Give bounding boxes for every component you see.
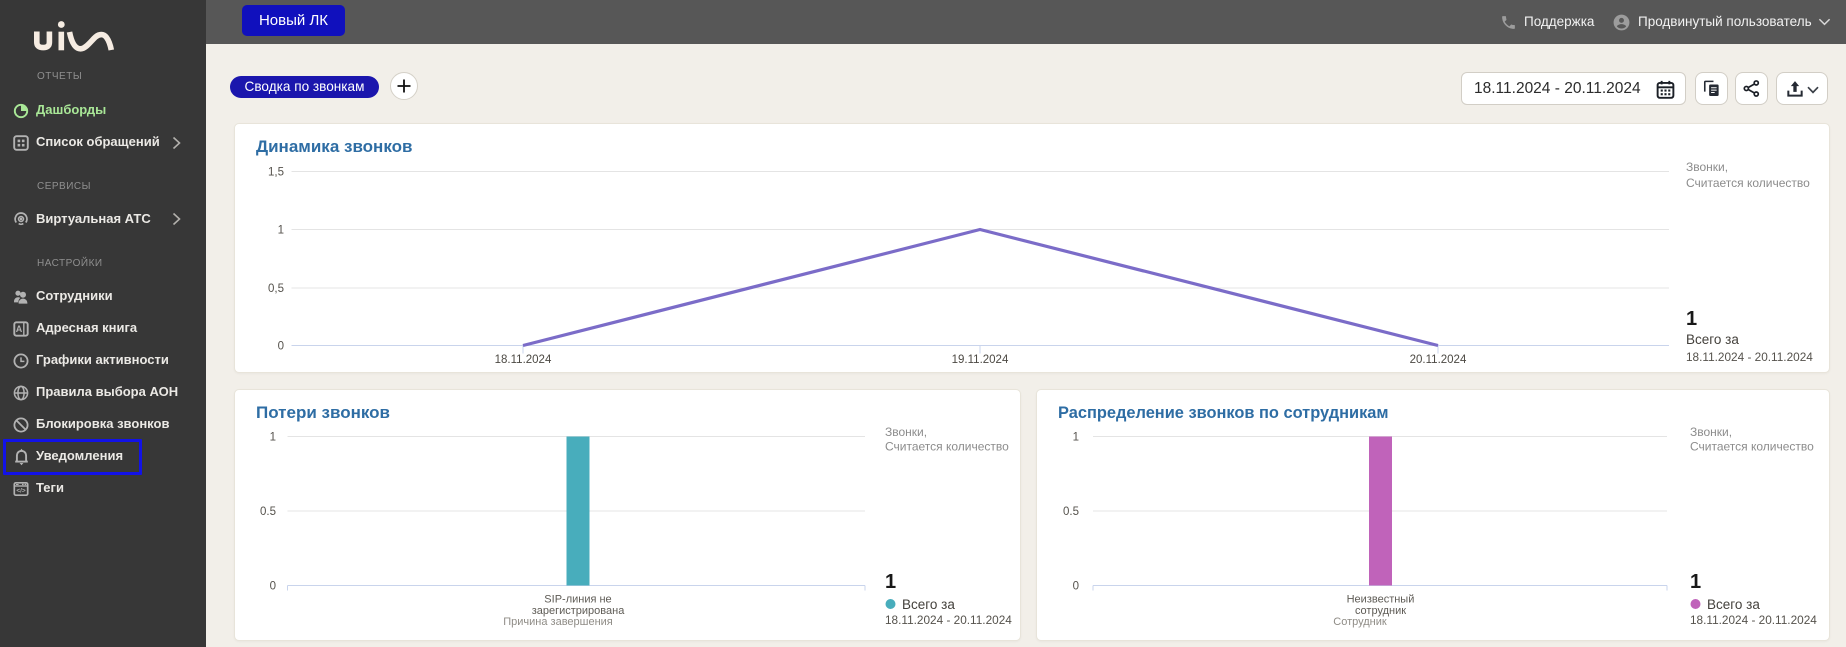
svg-text:0: 0 xyxy=(1073,581,1079,593)
svg-text:Потери звонков: Потери звонков xyxy=(256,403,390,422)
svg-text:Динамика звонков: Динамика звонков xyxy=(256,137,412,156)
svg-text:Неизвестный: Неизвестный xyxy=(1347,594,1415,606)
svg-text:0: 0 xyxy=(278,341,284,353)
svg-text:Причина завершения: Причина завершения xyxy=(503,616,613,628)
svg-text:0.5: 0.5 xyxy=(260,506,276,518)
svg-text:1,5: 1,5 xyxy=(268,167,284,179)
svg-text:18.11.2024: 18.11.2024 xyxy=(495,354,552,366)
svg-text:Звонки,: Звонки, xyxy=(885,425,927,439)
svg-text:Всего за: Всего за xyxy=(1707,597,1760,612)
svg-text:Звонки,: Звонки, xyxy=(1686,160,1728,174)
svg-text:0: 0 xyxy=(270,581,276,593)
svg-text:1: 1 xyxy=(885,571,896,593)
svg-text:SIP-линия не: SIP-линия не xyxy=(544,594,611,606)
svg-text:Считается количество: Считается количество xyxy=(1686,176,1810,190)
svg-text:</>: </> xyxy=(16,488,26,495)
svg-text:Всего за: Всего за xyxy=(902,597,955,612)
svg-text:A: A xyxy=(16,324,23,334)
svg-text:18.11.2024 - 20.11.2024: 18.11.2024 - 20.11.2024 xyxy=(885,613,1012,627)
svg-text:1: 1 xyxy=(1686,308,1697,330)
svg-text:1: 1 xyxy=(1073,432,1079,444)
svg-text:Всего за: Всего за xyxy=(1686,332,1739,347)
svg-text:1: 1 xyxy=(278,225,284,237)
svg-text:0.5: 0.5 xyxy=(1063,506,1079,518)
svg-text:Распределение звонков по сотру: Распределение звонков по сотрудникам xyxy=(1058,404,1389,422)
svg-text:20.11.2024: 20.11.2024 xyxy=(1410,354,1467,366)
svg-text:Считается количество: Считается количество xyxy=(1690,440,1814,454)
svg-text:19.11.2024: 19.11.2024 xyxy=(952,354,1009,366)
svg-text:0,5: 0,5 xyxy=(268,283,284,295)
svg-text:1: 1 xyxy=(1690,571,1701,593)
svg-text:Считается количество: Считается количество xyxy=(885,440,1009,454)
svg-text:Сотрудник: Сотрудник xyxy=(1333,616,1387,628)
svg-text:1: 1 xyxy=(270,432,276,444)
svg-text:18.11.2024 - 20.11.2024: 18.11.2024 - 20.11.2024 xyxy=(1686,350,1813,364)
svg-text:18.11.2024 - 20.11.2024: 18.11.2024 - 20.11.2024 xyxy=(1690,613,1817,627)
svg-text:Звонки,: Звонки, xyxy=(1690,425,1732,439)
